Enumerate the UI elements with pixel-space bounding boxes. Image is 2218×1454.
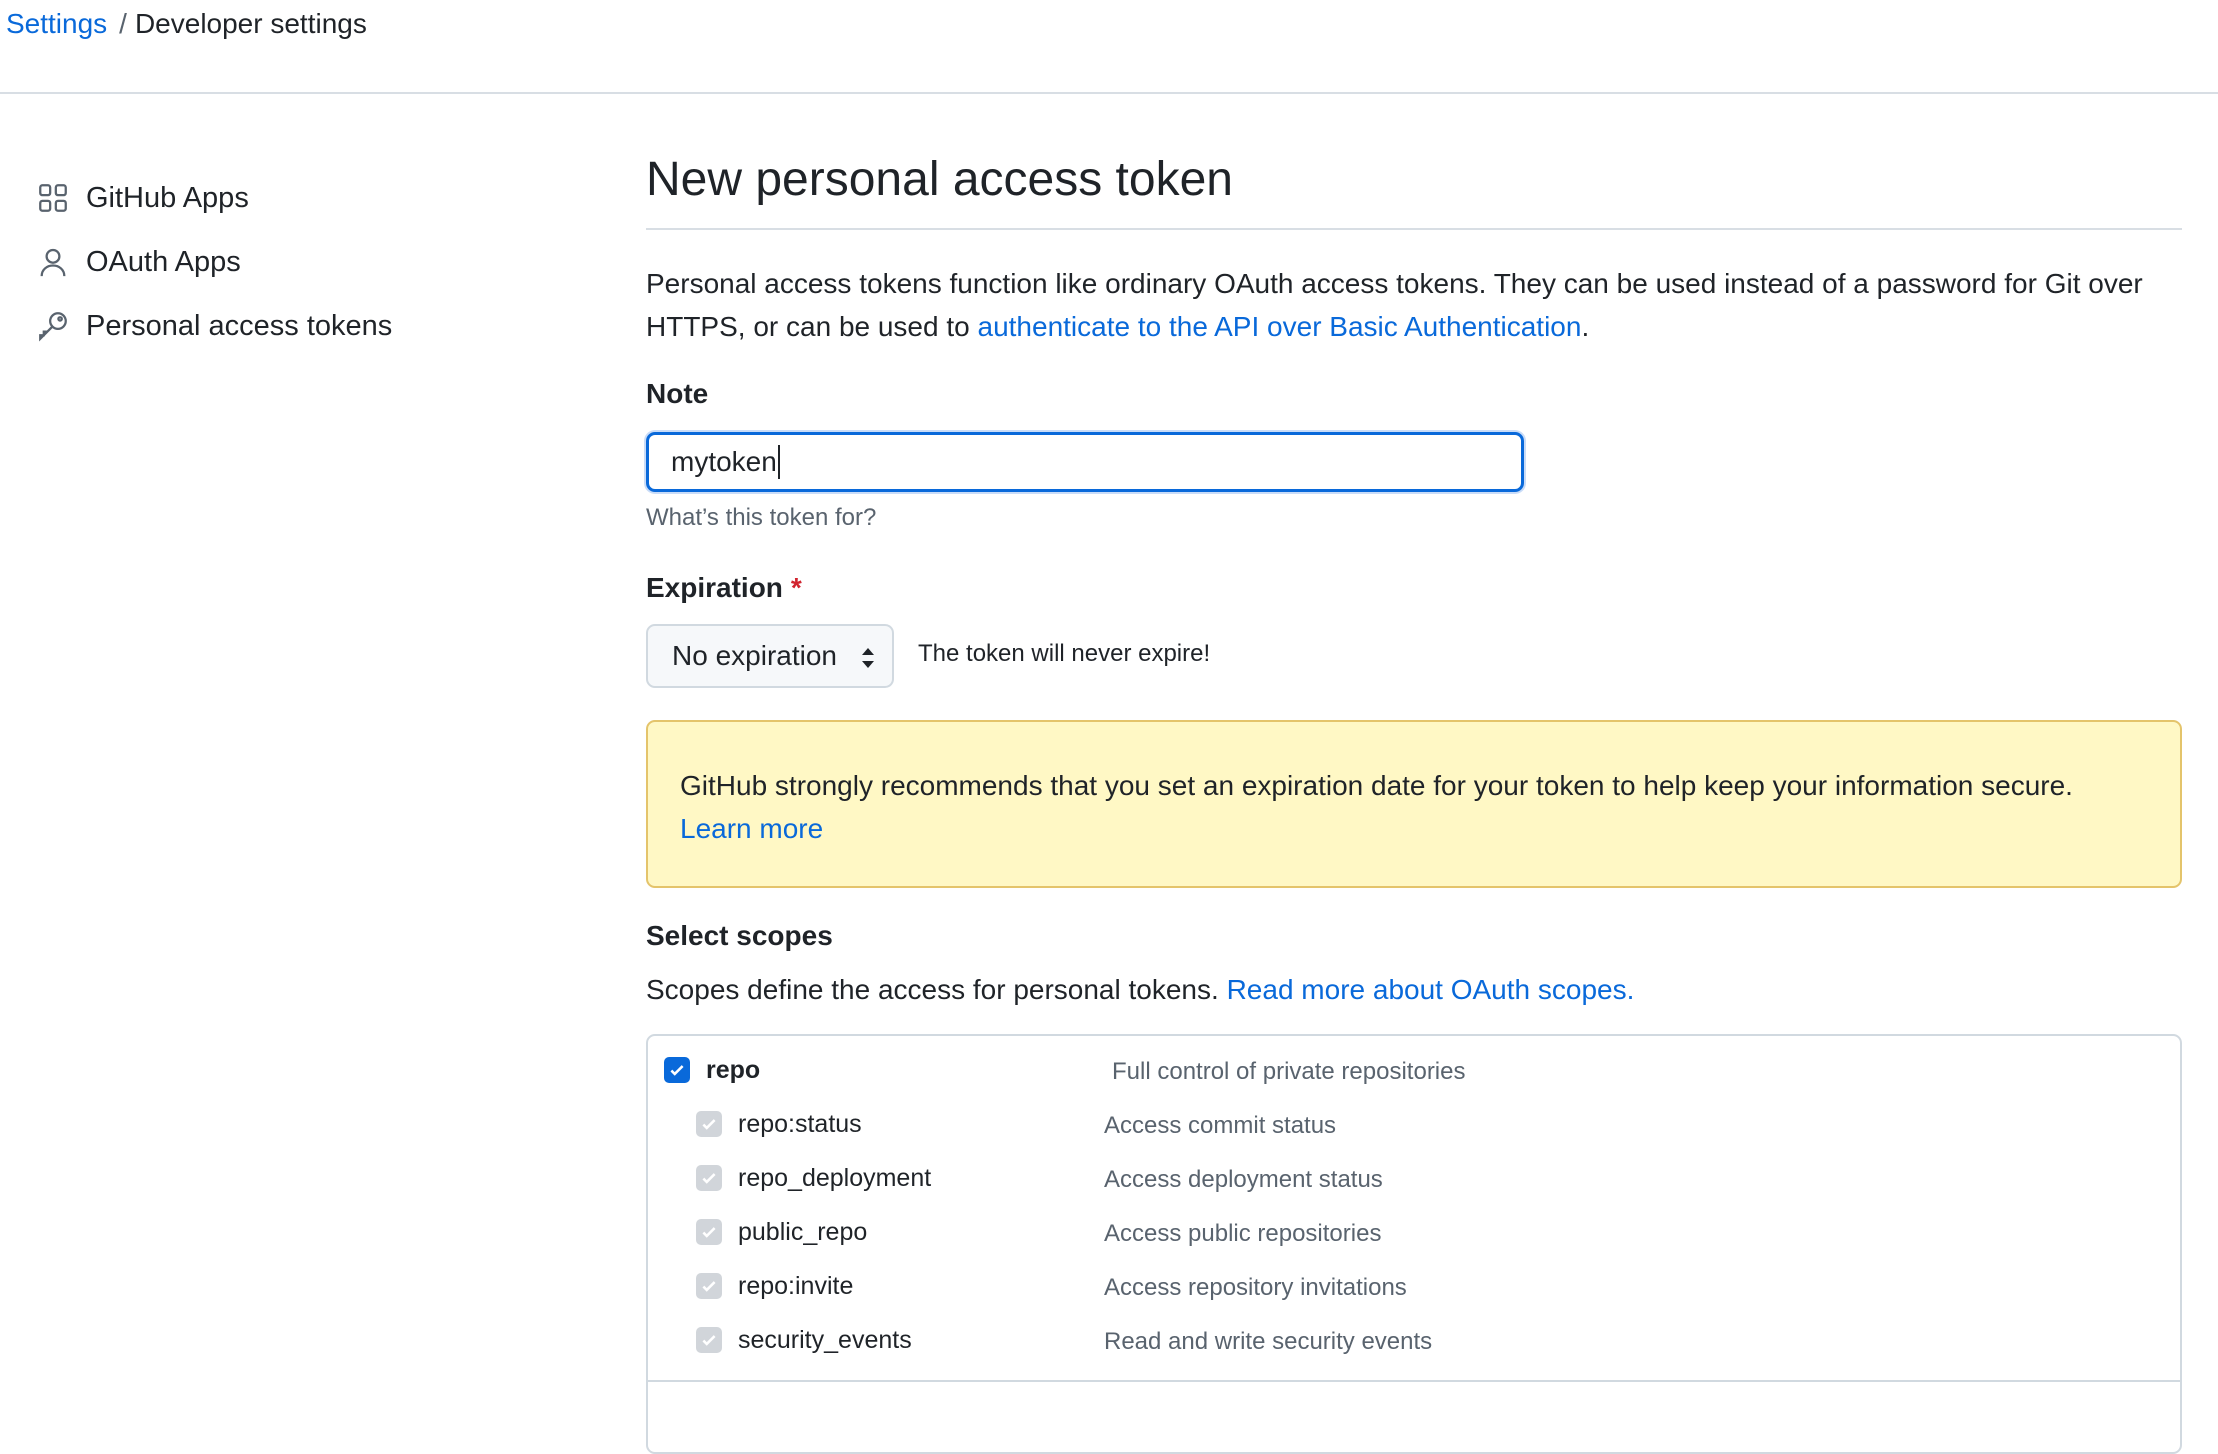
expiration-label-text: Expiration bbox=[646, 572, 783, 603]
scope-name: repo_deployment bbox=[738, 1163, 932, 1192]
scope-checkbox-repo-deployment[interactable] bbox=[696, 1165, 722, 1191]
sidebar-item-github-apps[interactable]: GitHub Apps bbox=[36, 166, 392, 230]
oauth-scopes-link[interactable]: Read more about OAuth scopes. bbox=[1227, 974, 1635, 1005]
basic-auth-link[interactable]: authenticate to the API over Basic Authe… bbox=[978, 311, 1582, 342]
note-input-value: mytoken bbox=[671, 446, 777, 477]
expiration-label: Expiration * bbox=[646, 572, 802, 604]
scope-row-repo-deployment: repo_deployment bbox=[696, 1158, 931, 1198]
scope-group-divider bbox=[648, 1380, 2180, 1382]
scope-description: Access repository invitations bbox=[1104, 1274, 1407, 1301]
sidebar-item-oauth-apps[interactable]: OAuth Apps bbox=[36, 230, 392, 294]
check-icon bbox=[670, 1065, 684, 1076]
sidebar-item-label: OAuth Apps bbox=[86, 245, 241, 278]
expiration-select[interactable]: No expiration bbox=[646, 624, 894, 688]
scope-description: Access commit status bbox=[1104, 1112, 1337, 1139]
sidebar: GitHub Apps OAuth Apps Personal access t… bbox=[36, 166, 392, 358]
intro-text: Personal access tokens function like ord… bbox=[646, 262, 2182, 348]
scopes-description: Scopes define the access for personal to… bbox=[646, 974, 1634, 1006]
scope-checkbox-public-repo[interactable] bbox=[696, 1219, 722, 1245]
scope-description: Access deployment status bbox=[1104, 1166, 1383, 1193]
scope-name: repo:invite bbox=[738, 1271, 854, 1300]
scope-row-public-repo: public_repo bbox=[696, 1212, 867, 1252]
scope-row-repo-invite: repo:invite bbox=[696, 1266, 853, 1306]
check-icon bbox=[702, 1227, 716, 1238]
required-marker: * bbox=[790, 572, 802, 603]
check-icon bbox=[702, 1281, 716, 1292]
breadcrumb-separator: / bbox=[119, 8, 127, 39]
scope-name: repo bbox=[706, 1055, 761, 1084]
scope-description: Access public repositories bbox=[1104, 1220, 1382, 1247]
expiration-message: The token will never expire! bbox=[918, 640, 1211, 667]
scopes-description-text: Scopes define the access for personal to… bbox=[646, 974, 1219, 1005]
sidebar-item-label: GitHub Apps bbox=[86, 181, 249, 214]
scope-row-security-events: security_events bbox=[696, 1320, 912, 1360]
scope-checkbox-repo-invite[interactable] bbox=[696, 1273, 722, 1299]
expiration-warning-banner: GitHub strongly recommends that you set … bbox=[646, 720, 2182, 888]
title-divider bbox=[646, 228, 2182, 230]
scope-description: Full control of private repositories bbox=[1112, 1058, 1466, 1085]
scope-checkbox-repo[interactable] bbox=[664, 1057, 690, 1083]
scopes-list: repo Full control of private repositorie… bbox=[646, 1034, 2182, 1454]
key-icon bbox=[39, 312, 67, 342]
scope-row-repo-status: repo:status bbox=[696, 1104, 862, 1144]
check-icon bbox=[702, 1335, 716, 1346]
scope-checkbox-repo-status[interactable] bbox=[696, 1111, 722, 1137]
scope-row-repo: repo bbox=[664, 1050, 760, 1090]
warning-text: GitHub strongly recommends that you set … bbox=[680, 770, 2073, 801]
breadcrumb-settings-link[interactable]: Settings bbox=[6, 8, 107, 39]
apps-grid-icon bbox=[39, 184, 67, 212]
check-icon bbox=[702, 1173, 716, 1184]
scope-name: security_events bbox=[738, 1325, 912, 1354]
breadcrumb: Settings / Developer settings bbox=[6, 4, 367, 44]
sidebar-item-personal-access-tokens[interactable]: Personal access tokens bbox=[36, 294, 392, 358]
note-hint: What’s this token for? bbox=[646, 504, 877, 531]
scope-description: Read and write security events bbox=[1104, 1328, 1433, 1355]
sidebar-item-label: Personal access tokens bbox=[86, 309, 393, 342]
note-input[interactable]: mytoken bbox=[646, 432, 1524, 492]
text-caret bbox=[777, 445, 780, 479]
note-label: Note bbox=[646, 378, 709, 409]
breadcrumb-current: Developer settings bbox=[134, 8, 367, 39]
check-icon bbox=[702, 1119, 716, 1130]
person-icon bbox=[40, 248, 66, 277]
scope-name: repo:status bbox=[738, 1109, 862, 1138]
header-divider bbox=[0, 92, 2218, 94]
select-arrows-icon bbox=[862, 648, 874, 668]
scopes-heading: Select scopes bbox=[646, 920, 833, 951]
scope-checkbox-security-events[interactable] bbox=[696, 1327, 722, 1353]
page-title: New personal access token bbox=[646, 153, 1233, 206]
intro-end: . bbox=[1581, 311, 1590, 342]
expiration-selected-value: No expiration bbox=[672, 640, 837, 671]
learn-more-link[interactable]: Learn more bbox=[680, 813, 823, 844]
scope-name: public_repo bbox=[738, 1217, 868, 1246]
